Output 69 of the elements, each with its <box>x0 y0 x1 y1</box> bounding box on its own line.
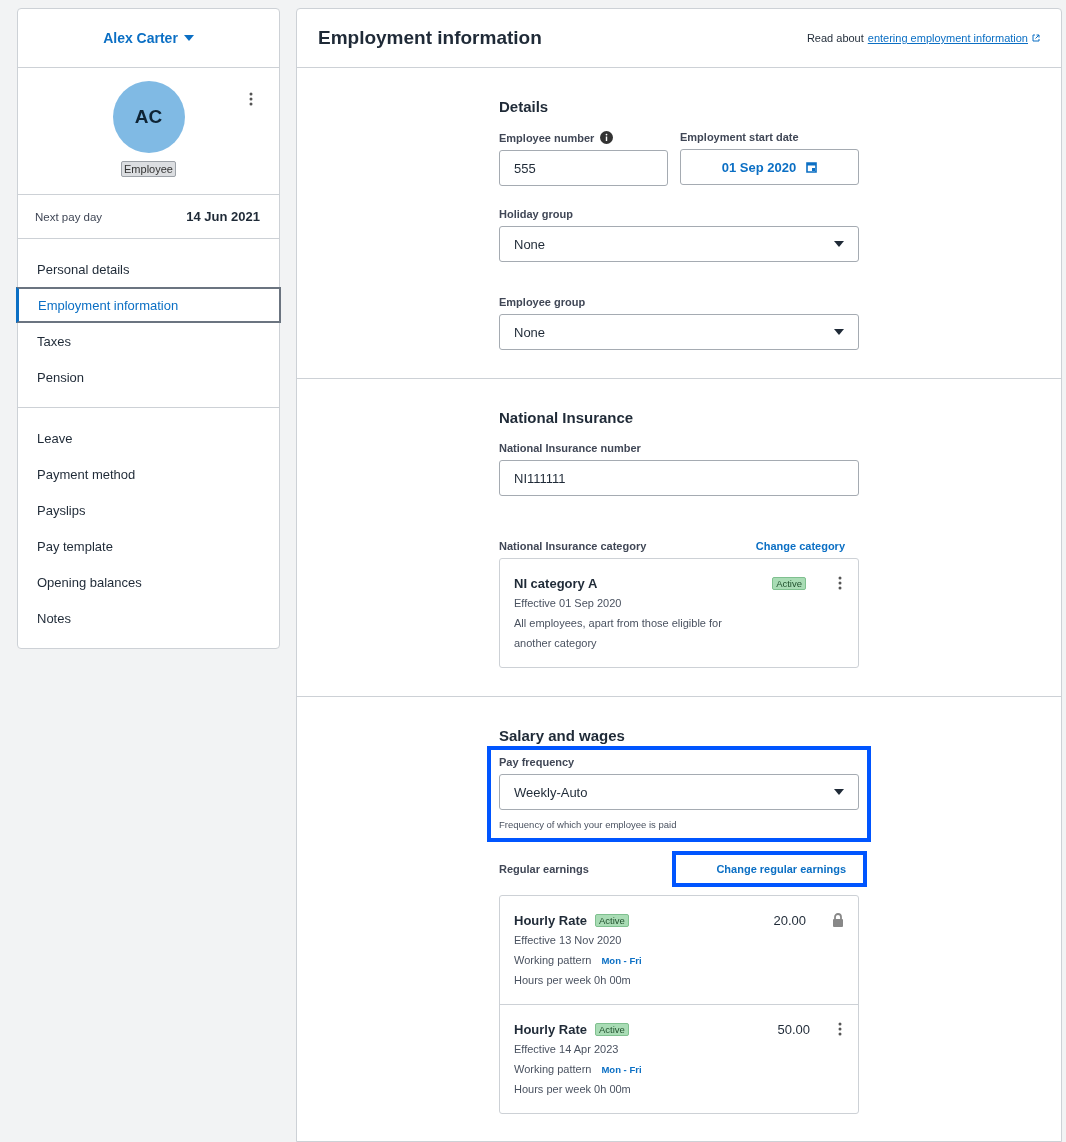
dropdown-field[interactable]: Weekly-Auto <box>499 774 859 810</box>
caret-icon <box>834 241 844 247</box>
pattern-label: Working pattern <box>514 1062 592 1077</box>
field-label: Pay frequency <box>499 756 575 768</box>
more-icon <box>249 92 253 106</box>
info-icon <box>600 131 614 144</box>
help-link[interactable]: entering employment information <box>867 32 1040 44</box>
rate-amount: 20.00 <box>773 912 806 928</box>
section-heading: Details <box>499 98 550 115</box>
field-hint: Frequency of which your employee is paid <box>499 819 678 830</box>
rate-amount: 50.00 <box>777 1021 810 1037</box>
working-pattern-link[interactable]: Mon - Fri <box>601 1063 642 1075</box>
card-title: NI category A <box>514 575 598 591</box>
page-title: Employment information <box>318 27 542 49</box>
hours-per-week: Hours per week 0h 00m <box>514 1082 632 1097</box>
more-button[interactable] <box>836 574 844 592</box>
caret-icon <box>834 329 844 335</box>
dropdown-field[interactable]: None <box>499 314 859 350</box>
section-heading: Salary and wages <box>499 727 626 744</box>
sidebar-item[interactable]: Leave <box>16 420 281 456</box>
input-field[interactable]: NI111111 <box>499 460 859 496</box>
more-button[interactable] <box>247 90 255 108</box>
field-label: Employee number <box>499 131 595 144</box>
sidebar-item[interactable]: Pension <box>16 359 281 395</box>
change-earnings-link[interactable]: Change regular earnings <box>672 851 867 887</box>
external-link-icon <box>1032 34 1040 42</box>
sidebar-item[interactable]: Notes <box>16 600 281 636</box>
sidebar-item[interactable]: Employment information <box>16 287 281 323</box>
status-badge: Active <box>594 1022 629 1036</box>
field-label: Holiday group <box>499 208 573 220</box>
status-badge: Active <box>772 576 806 590</box>
section-heading: National Insurance <box>499 409 635 426</box>
pattern-label: Working pattern <box>514 953 592 968</box>
sidebar-item[interactable]: Taxes <box>16 323 281 359</box>
sidebar-item[interactable]: Opening balances <box>16 564 281 600</box>
field-label: National Insurance number <box>499 442 641 454</box>
effective-date: Effective 01 Sep 2020 <box>514 596 623 611</box>
avatar: AC <box>112 81 185 153</box>
status-badge: Active <box>594 913 629 927</box>
field-label: Employee group <box>499 296 586 308</box>
calendar-icon <box>806 161 818 173</box>
card-title: Hourly Rate <box>514 912 587 928</box>
effective-date: Effective 14 Apr 2023 <box>514 1042 620 1057</box>
field-label: National Insurance category <box>499 540 647 552</box>
dropdown-field[interactable]: None <box>499 226 859 262</box>
sidebar-item[interactable]: Pay template <box>16 528 281 564</box>
card-title: Hourly Rate <box>514 1021 587 1037</box>
change-category-link[interactable]: Change category <box>755 540 859 552</box>
sidebar-item[interactable]: Personal details <box>16 251 281 287</box>
date-picker[interactable]: 01 Sep 2020 <box>680 149 859 185</box>
sidebar-item[interactable]: Payslips <box>16 492 281 528</box>
more-button[interactable] <box>836 1020 844 1038</box>
more-icon <box>838 576 842 590</box>
working-pattern-link[interactable]: Mon - Fri <box>601 954 642 966</box>
more-icon <box>838 1022 842 1036</box>
help-text: Read about <box>806 32 864 44</box>
next-pay-day-label: Next pay day <box>35 210 103 223</box>
role-badge: Employee <box>121 161 176 177</box>
employee-switcher[interactable]: Alex Carter <box>99 26 198 50</box>
effective-date: Effective 13 Nov 2020 <box>514 933 623 948</box>
next-pay-day-value: 14 Jun 2021 <box>186 209 260 224</box>
sidebar-item[interactable]: Payment method <box>16 456 281 492</box>
caret-icon <box>183 35 194 41</box>
field-label: Employment start date <box>680 131 799 143</box>
category-description: All employees, apart from those eligible for another category <box>514 616 723 651</box>
hours-per-week: Hours per week 0h 00m <box>514 973 632 988</box>
caret-icon <box>834 789 844 795</box>
field-label: Regular earnings <box>499 863 589 875</box>
input-field[interactable]: 555 <box>499 150 668 186</box>
